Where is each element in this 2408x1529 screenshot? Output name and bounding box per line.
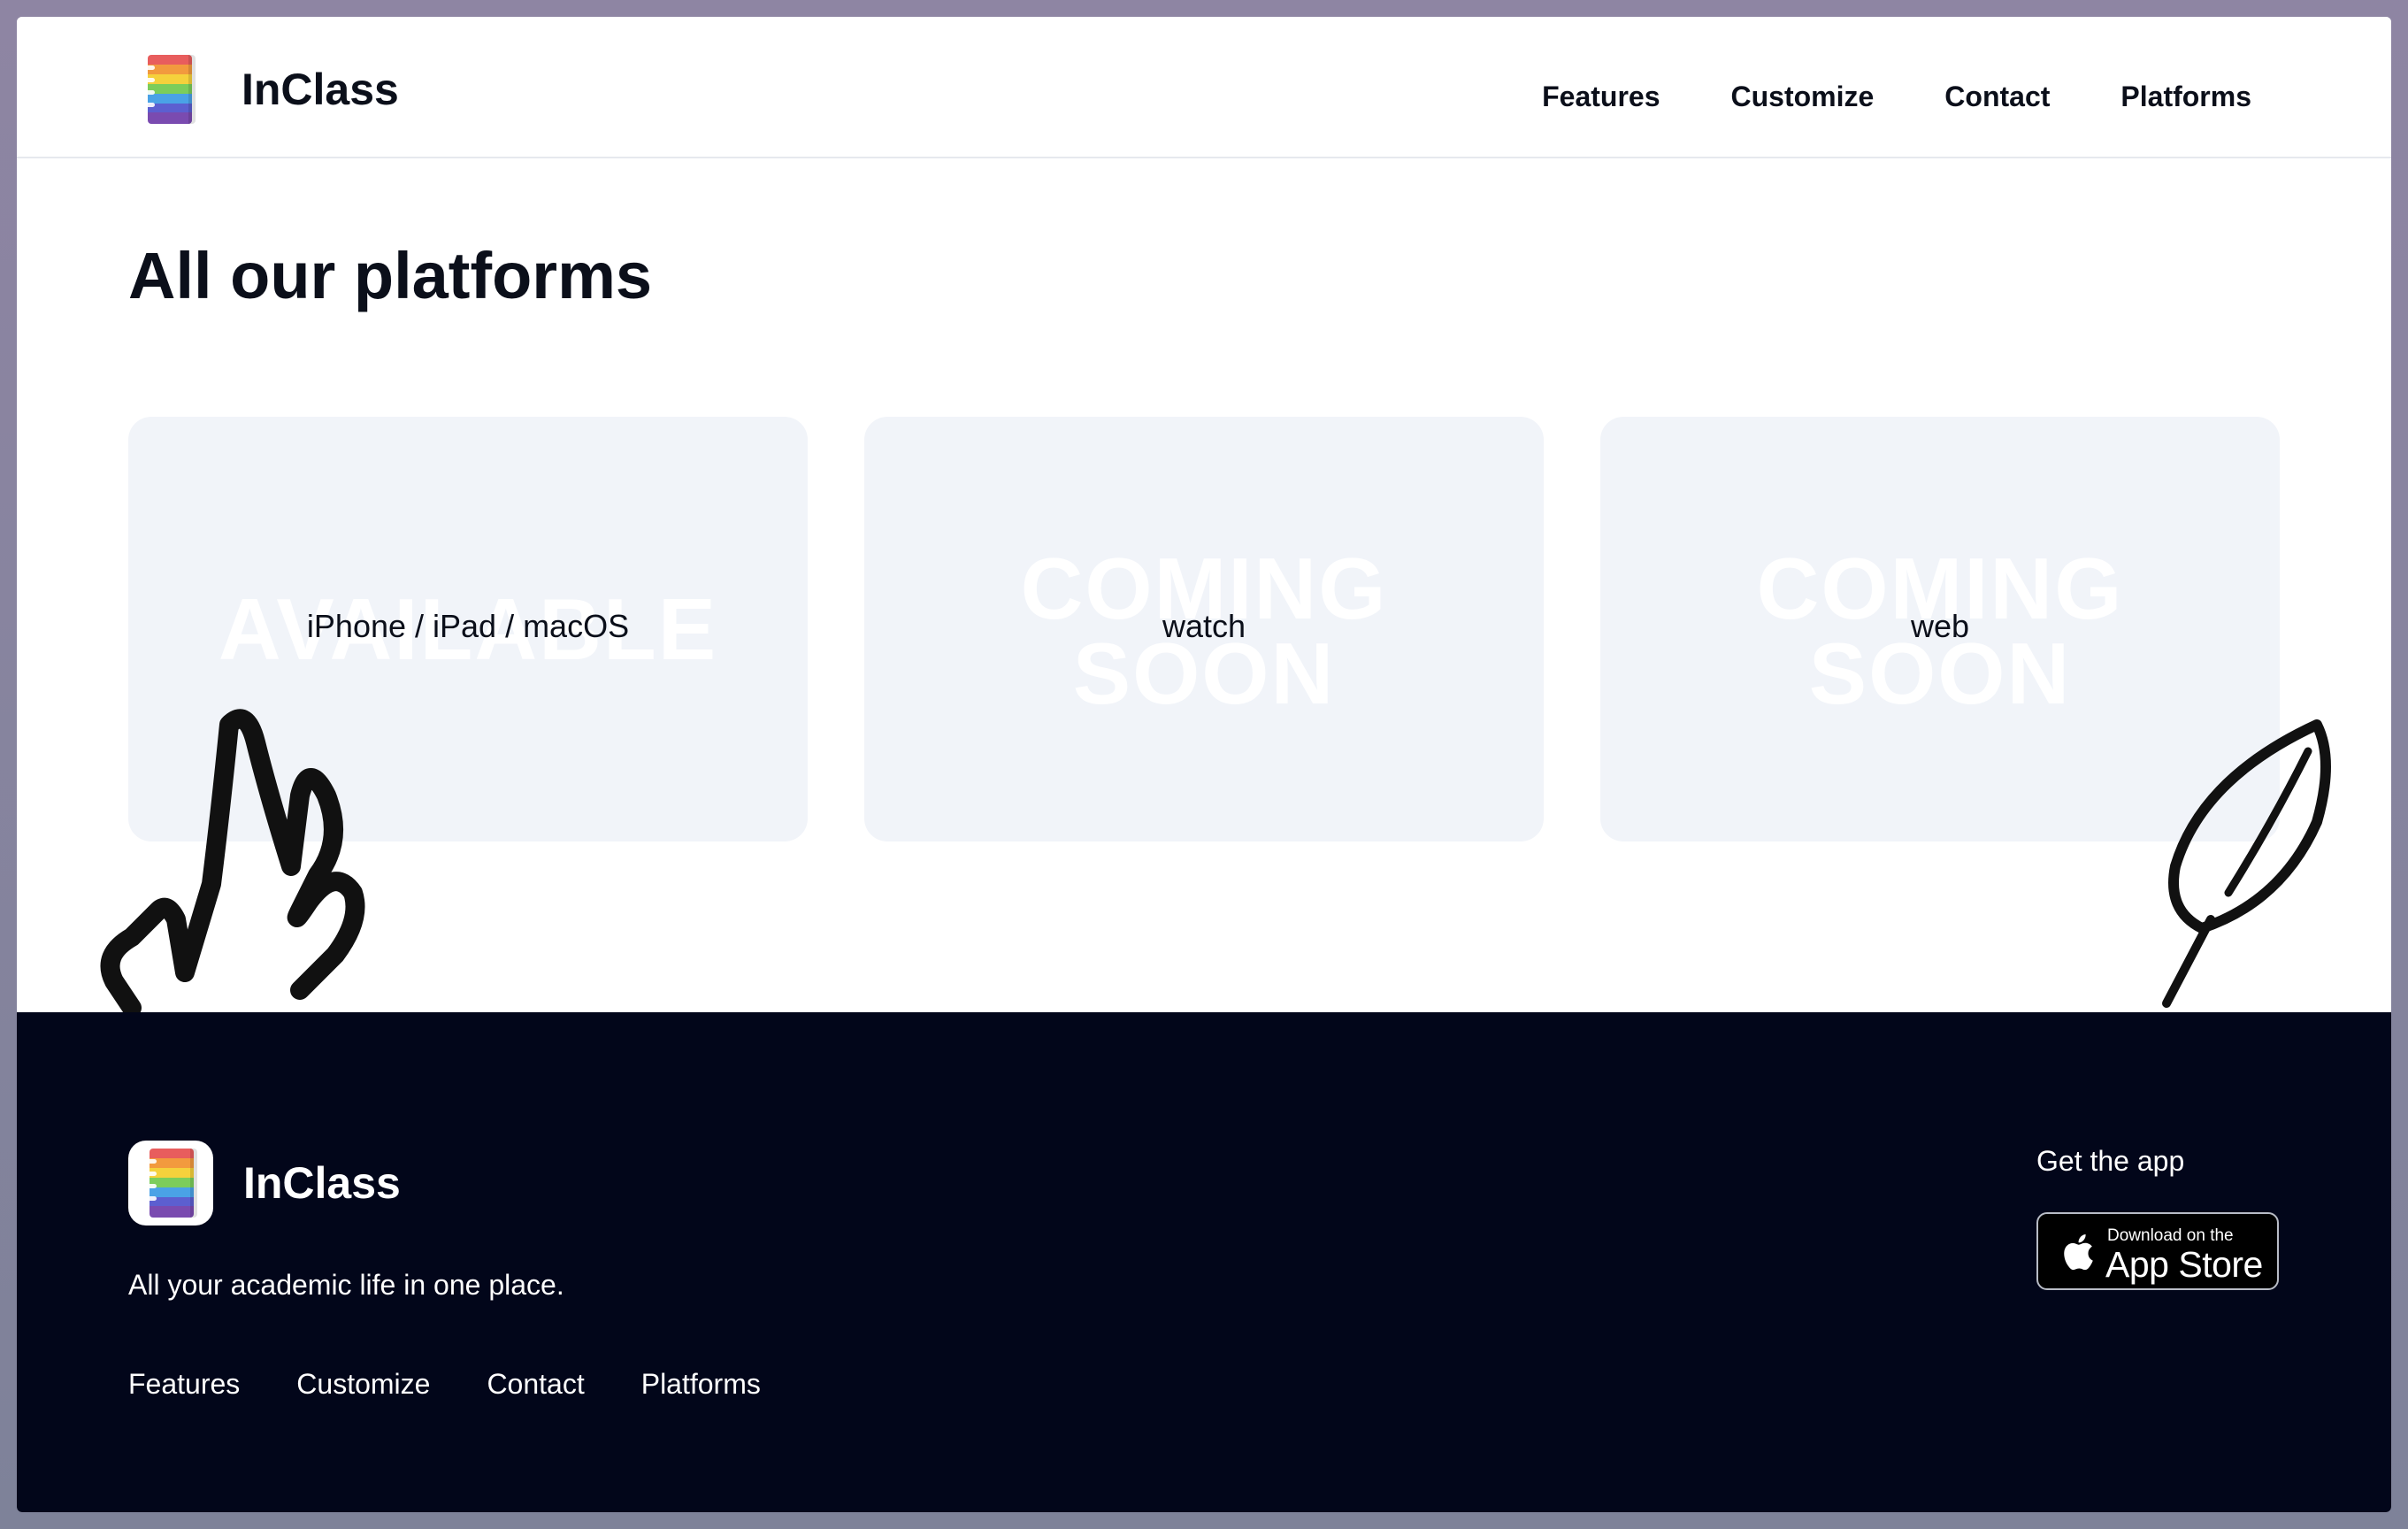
top-navigation-bar: InClass Features Customize Contact Platf… [17, 17, 2391, 158]
nav-link-contact[interactable]: Contact [1944, 81, 2050, 113]
get-app-heading: Get the app [2036, 1145, 2185, 1177]
app-store-small-text: Download on the [2107, 1226, 2234, 1245]
apple-logo-icon [2064, 1234, 2093, 1271]
footer-link-customize[interactable]: Customize [296, 1368, 430, 1401]
footer-link-contact[interactable]: Contact [487, 1368, 584, 1401]
footer-brand[interactable]: InClass [128, 1141, 401, 1226]
browser-window: InClass Features Customize Contact Platf… [17, 17, 2391, 1512]
grass-doodle-icon [100, 709, 365, 1017]
platform-cards: AVAILABLE iPhone / iPad / macOS COMING S… [128, 417, 2280, 841]
footer-nav: Features Customize Contact Platforms [128, 1368, 761, 1401]
footer-tagline: All your academic life in one place. [128, 1269, 564, 1301]
platform-card-watch[interactable]: COMING SOON watch [864, 417, 1544, 841]
footer-link-features[interactable]: Features [128, 1368, 240, 1401]
nav-link-customize[interactable]: Customize [1731, 81, 1875, 113]
brand[interactable]: InClass [144, 54, 399, 125]
platform-label: watch [1162, 608, 1246, 644]
nav-link-platforms[interactable]: Platforms [2120, 81, 2251, 113]
app-logo-icon [144, 55, 196, 124]
leaf-doodle-icon [2162, 719, 2331, 1008]
nav-link-features[interactable]: Features [1542, 81, 1660, 113]
app-store-badge-button[interactable]: Download on the App Store [2036, 1212, 2279, 1290]
footer-link-platforms[interactable]: Platforms [641, 1368, 761, 1401]
footer-brand-name: InClass [243, 1158, 401, 1208]
brand-name: InClass [242, 65, 399, 114]
platform-label: iPhone / iPad / macOS [306, 608, 630, 644]
footer: InClass All your academic life in one pl… [17, 1012, 2391, 1512]
platform-label: web [1910, 608, 1970, 644]
footer-app-logo-icon [128, 1141, 213, 1226]
page-title: All our platforms [128, 239, 653, 312]
app-store-big-text: App Store [2105, 1244, 2263, 1285]
header-nav: Features Customize Contact Platforms [1542, 81, 2251, 113]
